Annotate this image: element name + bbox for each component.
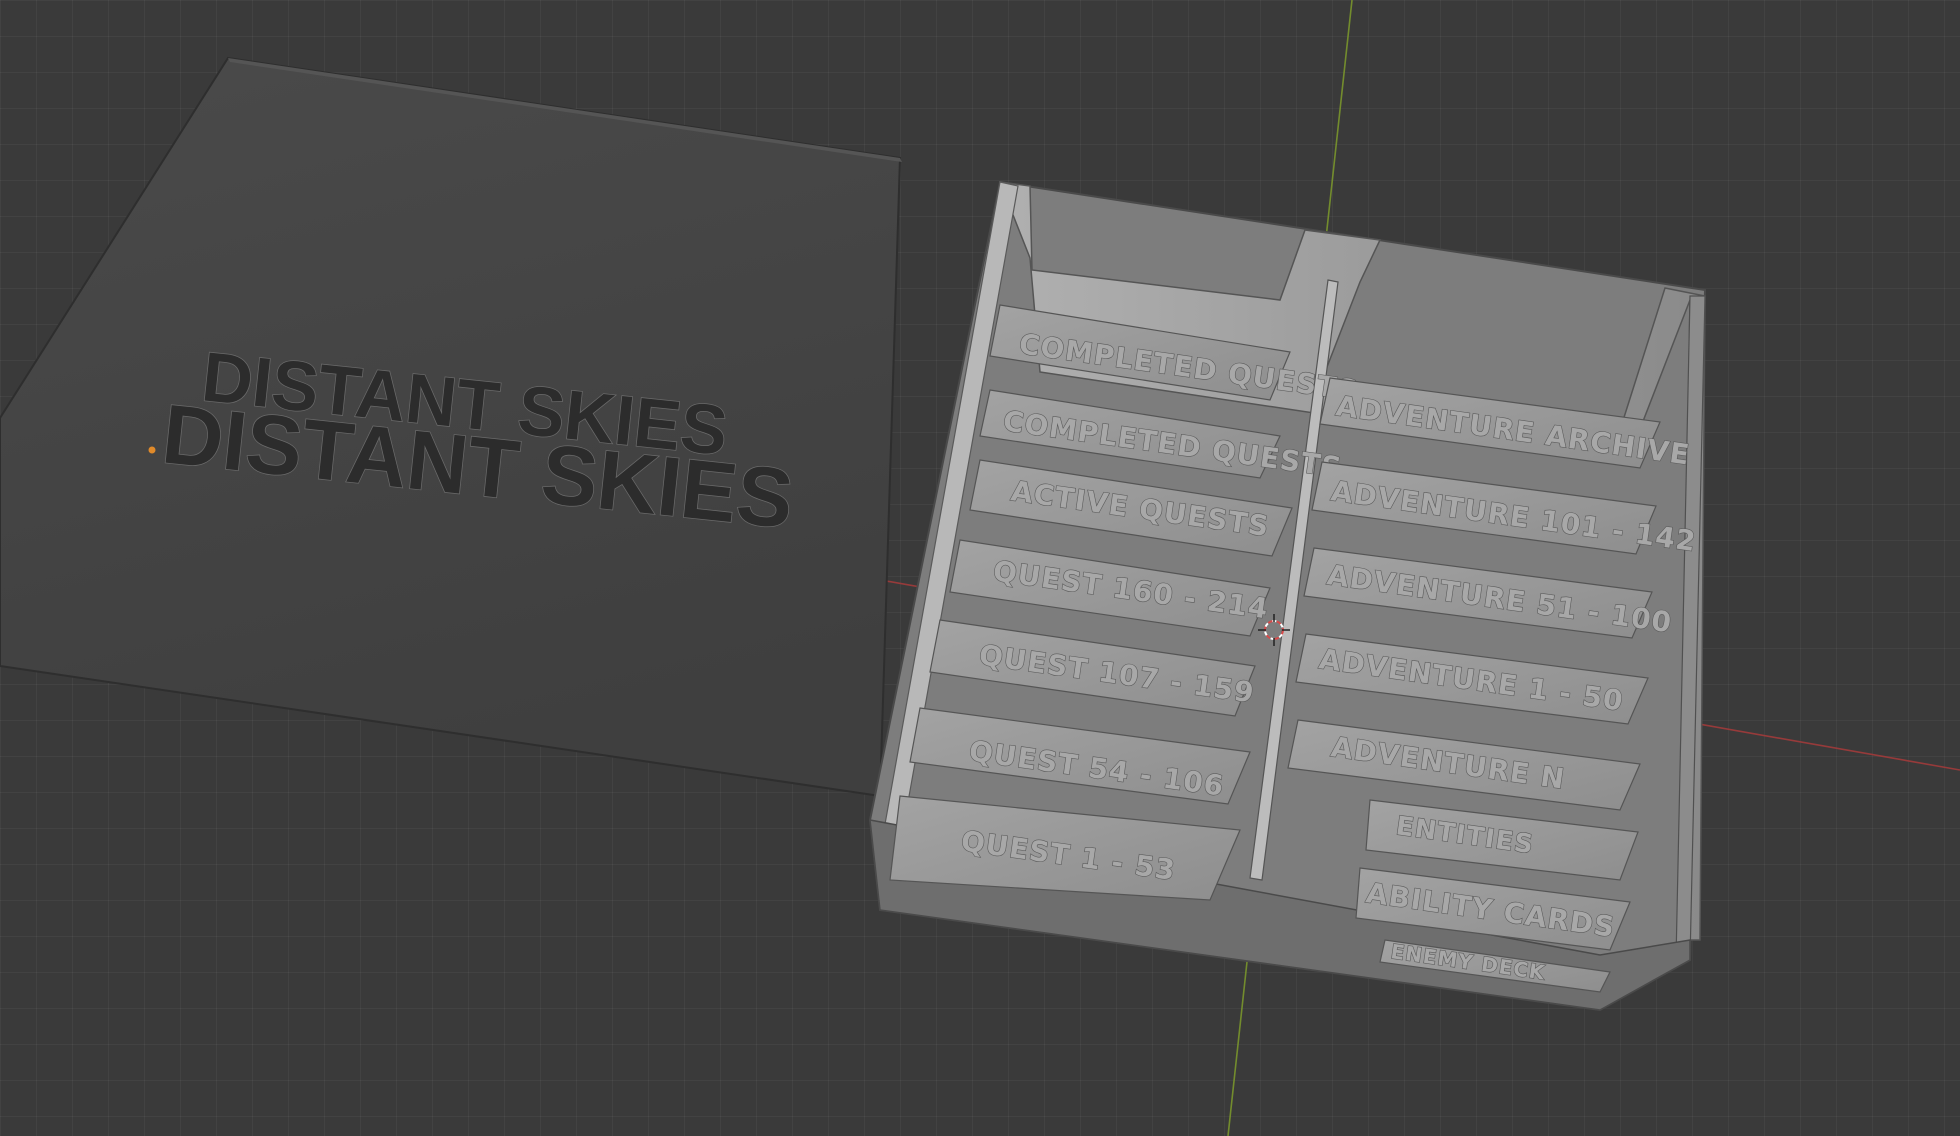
viewport-scene[interactable]: DISTANT SKIES DISTANT SKIES COMPLETED QU… <box>0 0 1960 1136</box>
card-tray[interactable]: COMPLETED QUESTS COMPLETED QUESTS ACTIVE… <box>868 180 1707 1012</box>
origin-dot-icon <box>148 446 156 454</box>
lid-plate[interactable]: DISTANT SKIES DISTANT SKIES <box>0 56 902 798</box>
3d-viewport[interactable]: DISTANT SKIES DISTANT SKIES COMPLETED QU… <box>0 0 1960 1136</box>
